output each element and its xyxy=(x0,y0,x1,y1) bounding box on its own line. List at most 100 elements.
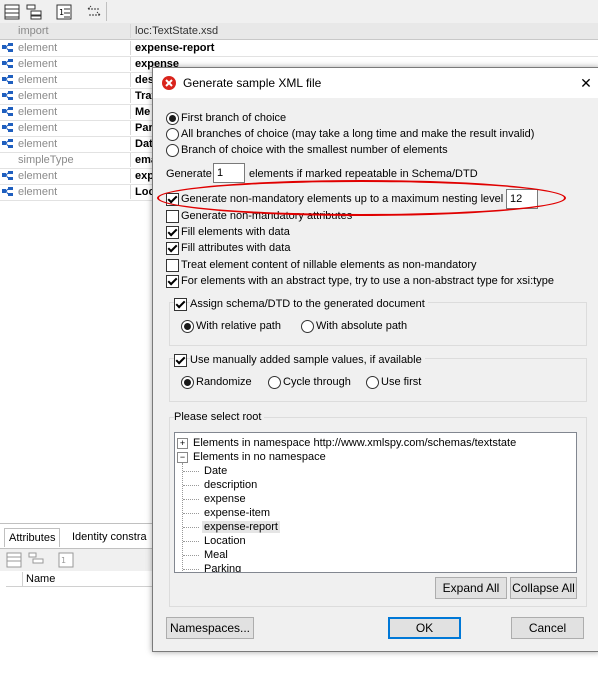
close-icon[interactable]: ✕ xyxy=(577,74,595,92)
outline-icon[interactable] xyxy=(24,2,44,22)
ok-button[interactable]: OK xyxy=(388,617,461,639)
app-logo-icon xyxy=(161,75,177,94)
root-element-tree[interactable]: + Elements in namespace http://www.xmlsp… xyxy=(174,432,577,573)
attributes-toolbar: 1 xyxy=(0,548,160,571)
checkbox-abstract-type[interactable] xyxy=(166,275,179,288)
fill-attributes-label: Fill attributes with data xyxy=(181,242,291,254)
element-icon xyxy=(2,91,14,101)
grid-row-kind: element xyxy=(18,89,131,103)
namespaces-button[interactable]: Namespaces... xyxy=(166,617,254,639)
checkbox-fill-elements[interactable] xyxy=(166,226,179,239)
tree-element-item[interactable]: Parking xyxy=(202,562,243,572)
generate-sample-xml-dialog: Generate sample XML file ✕ First branch … xyxy=(152,67,598,652)
generate-label: Generate xyxy=(166,168,212,180)
radio-first-branch[interactable] xyxy=(166,112,179,125)
checkbox-fill-attributes[interactable] xyxy=(166,242,179,255)
tree-element-item[interactable]: description xyxy=(202,478,259,492)
grid-row[interactable]: element expense-report xyxy=(0,40,598,57)
grid-row-name: expense-report xyxy=(135,42,215,54)
numbered-list-icon[interactable]: 1 xyxy=(54,2,74,22)
grid-row-name: Par xyxy=(135,122,153,134)
grid-row-kind: element xyxy=(18,105,131,119)
tree-element-label: expense xyxy=(204,493,246,505)
grid-row-kind: simpleType xyxy=(18,153,131,167)
grid-row-name: Me xyxy=(135,106,151,118)
grid-row-name: Dat xyxy=(135,138,153,150)
tree-element-label: expense-item xyxy=(204,507,271,519)
tree-namespace-none[interactable]: Elements in no namespace xyxy=(193,450,326,464)
tree-guide-line xyxy=(183,513,199,515)
radio-randomize[interactable] xyxy=(181,376,194,389)
nillable-label: Treat element content of nillable elemen… xyxy=(181,259,477,271)
tree-element-label: Location xyxy=(204,535,246,547)
attributes-panel: Attributes Identity constra 1 Name xyxy=(0,523,160,674)
randomize-label: Randomize xyxy=(196,376,252,388)
radio-all-branches[interactable] xyxy=(166,128,179,141)
tab-identity-constraints[interactable]: Identity constra xyxy=(68,528,151,546)
tab-attributes[interactable]: Attributes xyxy=(4,528,61,547)
element-icon xyxy=(2,59,14,69)
checkbox-sample-values[interactable] xyxy=(174,354,187,367)
collapse-all-button[interactable]: Collapse All xyxy=(510,577,577,599)
layout-icon[interactable] xyxy=(2,2,22,22)
assign-schema-label: Assign schema/DTD to the generated docum… xyxy=(190,297,428,311)
repeat-count-input[interactable]: 1 xyxy=(213,163,245,183)
tree-guide-line xyxy=(183,499,199,501)
tree-element-label: Date xyxy=(204,465,228,477)
toolbar-divider xyxy=(106,2,107,21)
tree-element-item[interactable]: Location xyxy=(202,534,248,548)
abstract-type-label: For elements with an abstract type, try … xyxy=(181,275,554,287)
svg-text:1: 1 xyxy=(61,556,66,565)
tree-guide-line xyxy=(183,471,199,473)
tree-namespace-textstate[interactable]: Elements in namespace http://www.xmlspy.… xyxy=(193,436,516,450)
checkbox-non-mandatory-attributes[interactable] xyxy=(166,210,179,223)
tree-element-item[interactable]: expense-item xyxy=(202,506,272,520)
expand-icon[interactable]: + xyxy=(177,438,188,449)
svg-text:1: 1 xyxy=(59,8,64,17)
element-icon xyxy=(2,123,14,133)
app-toolbar: 1 xyxy=(0,0,598,24)
checkbox-assign-schema[interactable] xyxy=(174,298,187,311)
append-attribute-icon[interactable] xyxy=(6,552,22,571)
element-icon xyxy=(2,171,14,181)
collapse-icon[interactable]: − xyxy=(177,452,188,463)
use-first-label: Use first xyxy=(381,376,422,388)
tree-element-item[interactable]: Meal xyxy=(202,548,230,562)
radio-cycle-through[interactable] xyxy=(268,376,281,389)
expand-all-button[interactable]: Expand All xyxy=(435,577,507,599)
cancel-button[interactable]: Cancel xyxy=(511,617,584,639)
arrows-icon[interactable] xyxy=(84,2,104,22)
insert-attribute-icon[interactable] xyxy=(28,552,44,571)
radio-use-first[interactable] xyxy=(366,376,379,389)
fill-elements-label: Fill elements with data xyxy=(181,226,290,238)
grid-row-kind: element xyxy=(18,169,131,183)
tree-element-label: Meal xyxy=(204,549,228,561)
grid-row-kind: element xyxy=(18,185,131,199)
tree-guide-line xyxy=(183,569,199,571)
radio-relative-path[interactable] xyxy=(181,320,194,333)
cycle-through-label: Cycle through xyxy=(283,376,351,388)
dialog-titlebar: Generate sample XML file ✕ xyxy=(153,68,598,98)
tree-guide-line xyxy=(183,555,199,557)
dialog-title: Generate sample XML file xyxy=(183,76,322,90)
numbered-attribute-icon[interactable]: 1 xyxy=(58,552,74,571)
relative-path-label: With relative path xyxy=(196,320,281,332)
checkbox-nillable[interactable] xyxy=(166,259,179,272)
grid-row-kind: element xyxy=(18,137,131,151)
radio-absolute-path[interactable] xyxy=(301,320,314,333)
element-icon xyxy=(2,75,14,85)
absolute-path-label: With absolute path xyxy=(316,320,408,332)
element-icon xyxy=(2,187,14,197)
grid-row-kind: element xyxy=(18,41,131,55)
tree-element-item[interactable]: Date xyxy=(202,464,229,478)
tree-element-item[interactable]: expense xyxy=(202,492,248,506)
sample-values-label: Use manually added sample values, if ava… xyxy=(190,353,425,367)
column-name-header: Name xyxy=(26,573,56,585)
tree-element-item[interactable]: expense-report xyxy=(202,520,280,534)
element-icon xyxy=(2,107,14,117)
grid-row-kind: element xyxy=(18,57,131,71)
element-icon xyxy=(2,43,14,53)
generate-suffix-label: elements if marked repeatable in Schema/… xyxy=(249,168,478,180)
radio-smallest-branch[interactable] xyxy=(166,144,179,157)
tree-guide-line xyxy=(183,485,199,487)
